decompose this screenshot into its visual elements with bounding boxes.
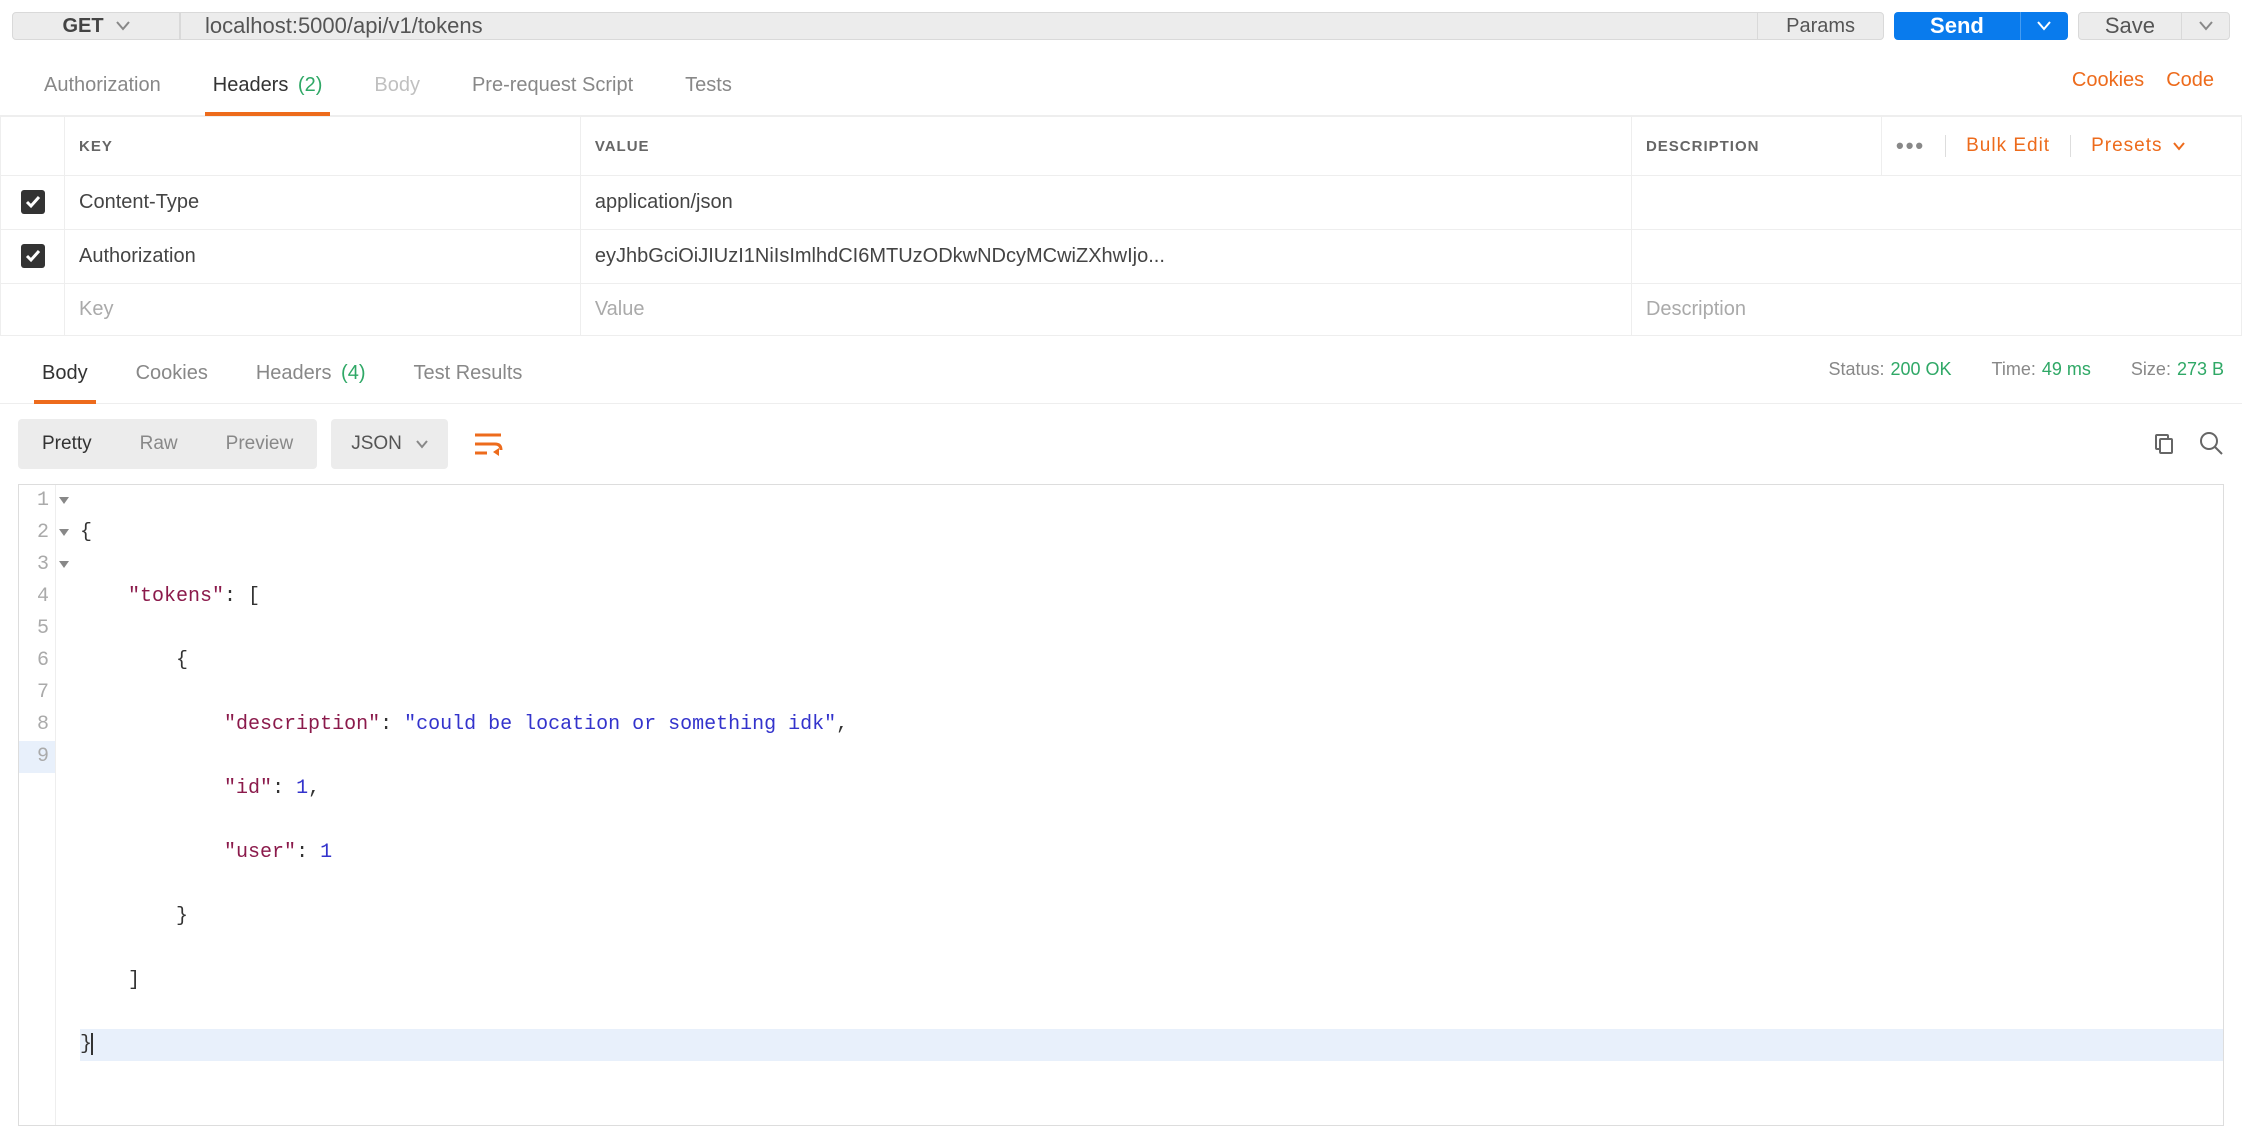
tab-body[interactable]: Body bbox=[348, 60, 446, 115]
tab-headers-label: Headers bbox=[213, 74, 289, 96]
tab-authorization[interactable]: Authorization bbox=[18, 60, 187, 115]
resp-tab-tests[interactable]: Test Results bbox=[389, 350, 546, 403]
search-icon[interactable] bbox=[2198, 430, 2224, 459]
row-checkbox[interactable] bbox=[21, 244, 45, 268]
view-mode-group: Pretty Raw Preview bbox=[18, 419, 317, 469]
copy-icon[interactable] bbox=[2152, 431, 2176, 458]
line-gutter: 1 2 3 4 5 6 7 8 9 bbox=[19, 485, 56, 1125]
presets-dropdown[interactable]: Presets bbox=[2091, 135, 2184, 157]
cookies-link[interactable]: Cookies bbox=[2072, 69, 2144, 92]
resp-tab-headers-count: (4) bbox=[341, 362, 365, 384]
table-row: Content-Type application/json bbox=[1, 176, 2242, 230]
chevron-down-icon bbox=[2037, 21, 2051, 31]
response-body-editor[interactable]: 1 2 3 4 5 6 7 8 9 { "tokens": [ { "descr… bbox=[18, 484, 2224, 1126]
resp-tab-cookies[interactable]: Cookies bbox=[112, 350, 232, 403]
format-label: JSON bbox=[351, 433, 402, 455]
resp-tab-headers-label: Headers bbox=[256, 362, 332, 384]
send-button[interactable]: Send bbox=[1894, 12, 2068, 40]
header-key-cell[interactable]: Content-Type bbox=[65, 176, 581, 230]
params-button[interactable]: Params bbox=[1757, 13, 1883, 39]
presets-label: Presets bbox=[2091, 135, 2162, 157]
tab-headers-count: (2) bbox=[298, 74, 322, 96]
tab-prerequest[interactable]: Pre-request Script bbox=[446, 60, 659, 115]
new-key-input[interactable] bbox=[79, 298, 566, 321]
new-desc-input[interactable] bbox=[1646, 298, 2227, 321]
header-check-col bbox=[1, 117, 65, 176]
code-content: { "tokens": [ { "description": "could be… bbox=[56, 485, 2223, 1125]
wrap-lines-button[interactable] bbox=[462, 418, 514, 470]
format-select[interactable]: JSON bbox=[331, 419, 448, 469]
chevron-down-icon bbox=[2199, 21, 2213, 31]
table-row-new bbox=[1, 284, 2242, 336]
raw-button[interactable]: Raw bbox=[116, 419, 202, 469]
wrap-icon bbox=[473, 431, 503, 457]
http-method-select[interactable]: GET bbox=[12, 12, 180, 40]
status-meta: Status:200 OK bbox=[1828, 359, 1951, 380]
new-value-input[interactable] bbox=[595, 298, 1617, 321]
tab-headers[interactable]: Headers (2) bbox=[187, 60, 349, 115]
headers-table: KEY VALUE DESCRIPTION ••• Bulk Edit Pres… bbox=[0, 116, 2242, 336]
resp-tab-headers[interactable]: Headers (4) bbox=[232, 350, 390, 403]
bulk-edit-link[interactable]: Bulk Edit bbox=[1966, 135, 2050, 157]
more-icon[interactable]: ••• bbox=[1896, 133, 1925, 159]
header-value-cell[interactable]: application/json bbox=[580, 176, 1631, 230]
chevron-down-icon bbox=[416, 440, 428, 449]
code-link[interactable]: Code bbox=[2166, 69, 2214, 92]
table-row: Authorization eyJhbGciOiJIUzI1NiIsImlhdC… bbox=[1, 230, 2242, 284]
chevron-down-icon bbox=[116, 21, 130, 31]
request-url-input[interactable] bbox=[181, 13, 1757, 39]
header-value-cell[interactable]: eyJhbGciOiJIUzI1NiIsImlhdCI6MTUzODkwNDcy… bbox=[580, 230, 1631, 284]
preview-button[interactable]: Preview bbox=[202, 419, 318, 469]
send-button-label: Send bbox=[1894, 12, 2020, 40]
http-method-label: GET bbox=[62, 15, 103, 38]
col-description: DESCRIPTION bbox=[1631, 117, 1881, 176]
save-dropdown[interactable] bbox=[2181, 13, 2229, 39]
row-checkbox[interactable] bbox=[21, 190, 45, 214]
time-meta: Time:49 ms bbox=[1992, 359, 2091, 380]
tab-tests[interactable]: Tests bbox=[659, 60, 758, 115]
col-value: VALUE bbox=[580, 117, 1631, 176]
save-button-label: Save bbox=[2079, 13, 2181, 39]
size-meta: Size:273 B bbox=[2131, 359, 2224, 380]
resp-tab-body[interactable]: Body bbox=[18, 350, 112, 403]
pretty-button[interactable]: Pretty bbox=[18, 419, 116, 469]
separator bbox=[1945, 135, 1946, 157]
col-key: KEY bbox=[65, 117, 581, 176]
save-button[interactable]: Save bbox=[2078, 12, 2230, 40]
header-desc-cell[interactable] bbox=[1631, 176, 2241, 230]
separator bbox=[2070, 135, 2071, 157]
send-dropdown[interactable] bbox=[2020, 12, 2068, 40]
header-desc-cell[interactable] bbox=[1631, 230, 2241, 284]
header-key-cell[interactable]: Authorization bbox=[65, 230, 581, 284]
